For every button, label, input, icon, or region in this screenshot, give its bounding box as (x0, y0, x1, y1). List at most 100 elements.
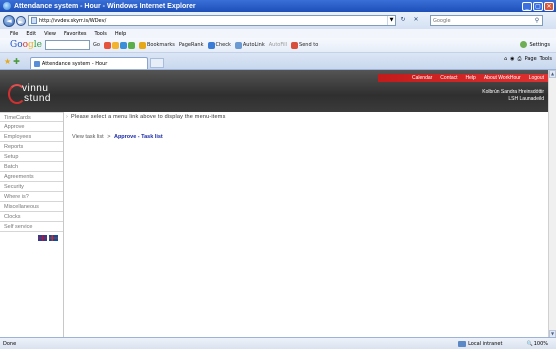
ie-icon (3, 2, 11, 10)
user-name: Kolbrún Sandra Hreinsdóttir (482, 89, 544, 95)
user-org: LSH Launadeild (508, 96, 544, 102)
sidebar-item-security[interactable]: Security (0, 182, 63, 192)
star-icon (138, 41, 146, 49)
menu-file[interactable]: File (10, 31, 18, 37)
spellcheck-icon (207, 41, 215, 49)
refresh-icon[interactable]: ↻ (398, 15, 408, 25)
breadcrumb-current[interactable]: Approve - Task list (114, 134, 163, 140)
google-icons[interactable] (103, 41, 135, 49)
scroll-up-icon[interactable]: ▲ (549, 70, 556, 78)
window-title: Attendance system - Hour - Windows Inter… (14, 2, 196, 10)
bookmarks-button[interactable]: Bookmarks (138, 41, 175, 49)
home-button[interactable]: ⌂ (504, 56, 507, 62)
user-info: Kolbrún Sandra Hreinsdóttir LSH Launadei… (482, 89, 544, 103)
app-header: Calendar Contact Help About WorkHour Log… (0, 70, 548, 112)
tools-menu-button[interactable]: Tools (540, 56, 552, 62)
nav-contact[interactable]: Contact (440, 75, 457, 81)
breadcrumb: View task list > Approve - Task list (72, 134, 163, 140)
autofill-button[interactable]: AutoFill (269, 42, 287, 48)
vertical-scrollbar[interactable]: ▲ ▼ (548, 70, 556, 338)
maximize-button[interactable]: ▢ (533, 1, 543, 11)
tab-label: Attendance system - Hour (41, 60, 108, 67)
check-button[interactable]: Check (207, 41, 231, 49)
window-titlebar: Attendance system - Hour - Windows Inter… (0, 0, 556, 12)
chevron-right-icon: › (66, 114, 69, 120)
sidebar-item-self-service[interactable]: Self service (0, 222, 63, 232)
sidebar-item-approve[interactable]: Approve (0, 122, 63, 132)
command-bar: ⌂ ◉ ⎙ Page Tools (504, 56, 552, 62)
search-input[interactable] (431, 16, 532, 25)
back-button[interactable]: ◄ (3, 14, 15, 27)
sidebar-item-reports[interactable]: Reports (0, 142, 63, 152)
sidebar-item-setup[interactable]: Setup (0, 152, 63, 162)
nav-help[interactable]: Help (466, 75, 476, 81)
sidebar-item-batch[interactable]: Batch (0, 162, 63, 172)
sendto-button[interactable]: Send to (291, 41, 318, 49)
address-url[interactable]: http://vvdev.skyrr.is/WDev/ (39, 18, 387, 24)
maps-icon (119, 41, 127, 49)
zoom-level[interactable]: 🔍 100% (526, 341, 548, 347)
main-content: › Please select a menu link above to disp… (66, 112, 548, 338)
app-logo: vinnu stund (8, 81, 68, 107)
address-dropdown-icon[interactable]: ▼ (387, 16, 395, 25)
tab-row: ★ ✚ Attendance system - Hour ⌂ ◉ ⎙ Page … (0, 53, 556, 69)
english-flag-icon[interactable] (38, 235, 47, 241)
nav-calendar[interactable]: Calendar (412, 75, 432, 81)
page-menu-button[interactable]: Page (525, 56, 537, 62)
favorites-star-icon[interactable]: ★ (4, 57, 11, 66)
nav-about[interactable]: About WorkHour (484, 75, 521, 81)
security-zone[interactable]: Local intranet (458, 340, 502, 347)
address-row: ◄ ► http://vvdev.skyrr.is/WDev/ ▼ ↻ ✕ ⚲ (0, 12, 556, 29)
close-button[interactable]: ✕ (544, 1, 554, 11)
top-nav: Calendar Contact Help About WorkHour Log… (378, 74, 548, 82)
settings-icon (520, 41, 528, 48)
breadcrumb-root[interactable]: View task list (72, 134, 104, 140)
send-icon (291, 41, 299, 49)
google-go-button[interactable]: Go (93, 42, 100, 48)
nav-logout[interactable]: Logout (529, 75, 544, 81)
menu-tools[interactable]: Tools (95, 31, 107, 37)
page-viewport: Calendar Contact Help About WorkHour Log… (0, 69, 556, 338)
new-tab-button[interactable] (149, 58, 164, 68)
google-toolbar: Google Go Bookmarks PageRank Check AutoL… (0, 38, 556, 53)
status-text: Done (3, 340, 17, 347)
autolink-icon (234, 41, 242, 49)
sidebar-item-employees[interactable]: Employees (0, 132, 63, 142)
sidebar-item-timecards[interactable]: TimeCards (0, 112, 63, 122)
tab-active[interactable]: Attendance system - Hour (29, 57, 148, 69)
google-logo: Google (10, 40, 43, 50)
print-button[interactable]: ⎙ (518, 56, 522, 62)
sidebar-item-agreements[interactable]: Agreements (0, 172, 63, 182)
sidebar: TimeCards Approve Employees Reports Setu… (0, 112, 64, 338)
google-search-input[interactable] (45, 40, 91, 50)
news-icon (103, 41, 111, 49)
feeds-button[interactable]: ◉ (510, 56, 514, 62)
menu-bar: File Edit View Favorites Tools Help (0, 29, 556, 38)
minimize-button[interactable]: _ (522, 1, 532, 11)
page-icon (31, 17, 37, 24)
stop-icon[interactable]: ✕ (411, 15, 421, 25)
menu-help[interactable]: Help (115, 31, 126, 37)
sidebar-item-clocks[interactable]: Clocks (0, 212, 63, 222)
google-settings-button[interactable]: Settings (520, 41, 550, 48)
intranet-icon (458, 340, 467, 347)
breadcrumb-separator: > (107, 134, 111, 140)
sidebar-item-where-is[interactable]: Where is? (0, 192, 63, 202)
tab-page-icon (33, 60, 40, 67)
menu-view[interactable]: View (44, 31, 56, 37)
sidebar-item-miscellaneous[interactable]: Miscellaneous (0, 202, 63, 212)
autolink-button[interactable]: AutoLink (234, 41, 265, 49)
icelandic-flag-icon[interactable] (49, 235, 58, 241)
address-tools: ↻ ✕ (398, 15, 421, 25)
images-icon (111, 41, 119, 49)
menu-favorites[interactable]: Favorites (64, 31, 87, 37)
search-box: ⚲ (430, 15, 543, 26)
address-bar[interactable]: http://vvdev.skyrr.is/WDev/ ▼ (28, 15, 396, 26)
pagerank-button[interactable]: PageRank (179, 42, 204, 48)
forward-button[interactable]: ► (16, 15, 26, 26)
menu-edit[interactable]: Edit (26, 31, 36, 37)
search-icon[interactable]: ⚲ (532, 17, 542, 24)
status-bar: Done Local intranet 🔍 100% (0, 337, 556, 349)
language-flags (38, 235, 63, 241)
add-favorites-icon[interactable]: ✚ (13, 57, 20, 66)
